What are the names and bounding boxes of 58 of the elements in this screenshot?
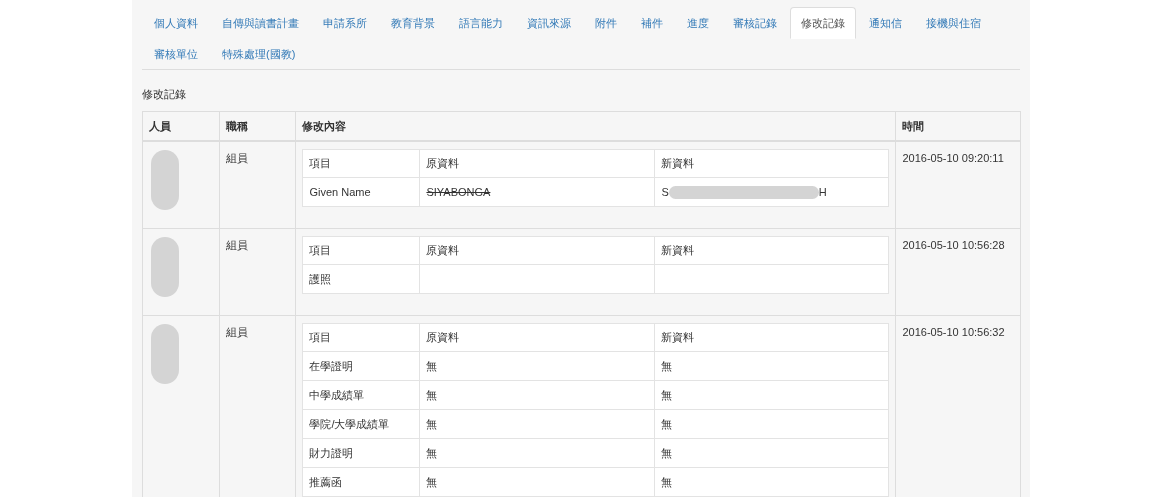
tab[interactable]: 審核記錄 <box>722 7 788 39</box>
tab[interactable]: 資訊來源 <box>516 7 582 39</box>
new-value: S <box>661 184 669 200</box>
old-value: SIYABONGA <box>426 185 491 198</box>
tab[interactable]: 語言能力 <box>448 7 514 39</box>
column-header: 原資料 <box>426 331 460 344</box>
new-value: 無 <box>661 474 673 490</box>
tab[interactable]: 個人資料 <box>143 7 209 39</box>
redaction-bar <box>151 324 179 384</box>
tab[interactable]: 特殊處理(國教) <box>211 38 307 70</box>
table-cell: 組員 <box>225 239 248 251</box>
table-cell: 學院/大學成績單 <box>309 417 390 430</box>
tab[interactable]: 附件 <box>584 7 628 39</box>
table-cell: 組員 <box>225 152 248 164</box>
table-cell: 中學成績單 <box>309 388 365 401</box>
old-value: 無 <box>426 388 438 401</box>
timestamp: 2016-05-10 10:56:28 <box>902 239 1005 251</box>
column-header: 修改內容 <box>302 119 347 132</box>
tab[interactable]: 進度 <box>676 7 720 39</box>
column-header: 項目 <box>309 331 332 344</box>
column-header: 職稱 <box>225 119 248 132</box>
table-cell: 護照 <box>309 272 332 285</box>
old-value: 無 <box>426 475 438 488</box>
table-cell: 組員 <box>225 326 248 338</box>
redaction-bar <box>151 237 179 297</box>
column-header: 原資料 <box>426 157 460 170</box>
section-title: 修改記錄 <box>142 87 186 102</box>
column-header: 時間 <box>902 119 925 132</box>
column-header: 原資料 <box>426 244 460 257</box>
tab[interactable]: 接機與住宿 <box>915 7 992 39</box>
old-value: 無 <box>426 417 438 430</box>
timestamp: 2016-05-10 09:20:11 <box>902 152 1004 164</box>
tab[interactable]: 修改記錄 <box>790 7 856 39</box>
tab[interactable]: 補件 <box>630 7 674 39</box>
tab[interactable]: 自傳與讀書計畫 <box>211 7 310 39</box>
column-header: 新資料 <box>661 244 695 257</box>
column-header: 新資料 <box>661 331 695 344</box>
column-header: 人員 <box>149 119 171 132</box>
tab[interactable]: 教育背景 <box>380 7 446 39</box>
new-value: H <box>818 184 827 200</box>
new-value: 無 <box>661 445 673 461</box>
table-cell: 財力證明 <box>309 446 354 459</box>
new-value: 無 <box>661 387 673 403</box>
column-header: 項目 <box>309 157 332 170</box>
old-value: 無 <box>426 446 438 459</box>
old-value: 無 <box>426 359 438 372</box>
tab[interactable]: 審核單位 <box>143 38 209 70</box>
timestamp: 2016-05-10 10:56:32 <box>902 326 1005 338</box>
table-cell: 推薦函 <box>309 475 343 488</box>
column-header: 新資料 <box>661 157 695 170</box>
new-value: 無 <box>661 416 673 432</box>
new-value: 無 <box>661 358 673 374</box>
table-cell: Given Name <box>309 185 371 198</box>
table-cell: 在學證明 <box>309 359 354 372</box>
redaction-bar <box>151 150 179 210</box>
tab[interactable]: 通知信 <box>858 7 913 39</box>
column-header: 項目 <box>309 244 332 257</box>
tab[interactable]: 申請系所 <box>312 7 378 39</box>
